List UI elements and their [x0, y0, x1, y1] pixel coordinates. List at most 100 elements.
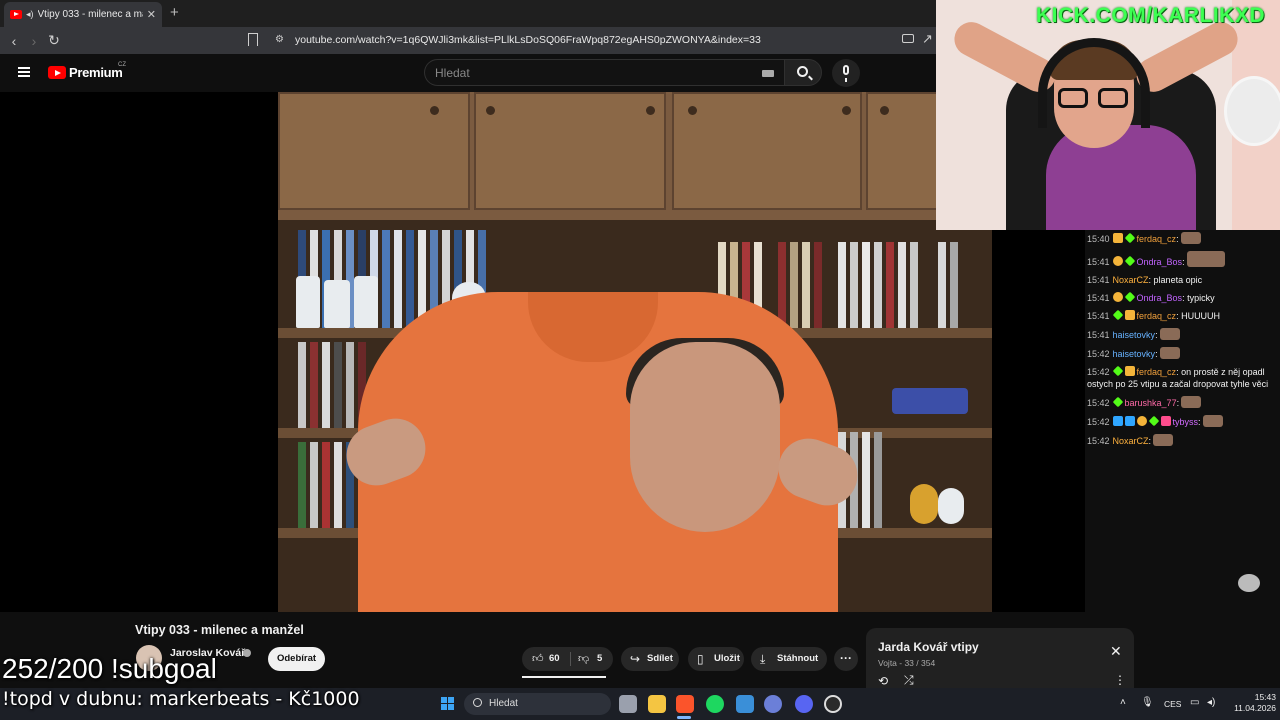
video-player[interactable]: [0, 92, 1085, 612]
chat-timestamp: 15:42: [1087, 398, 1110, 408]
close-icon[interactable]: ✕: [1110, 644, 1122, 658]
loop-icon[interactable]: ⟲: [878, 674, 888, 688]
chat-badge-icon: [1124, 310, 1135, 320]
subgoal-overlay: 252/200 !subgoal: [2, 653, 217, 684]
volume-icon[interactable]: ◂): [1207, 697, 1215, 708]
cast-icon[interactable]: [902, 34, 914, 43]
ccleaner-icon[interactable]: [764, 695, 782, 713]
chat-timestamp: 15:41: [1087, 311, 1110, 321]
download-icon: ⤓: [760, 652, 766, 666]
chat-timestamp: 15:42: [1087, 436, 1110, 446]
chat-username[interactable]: ferdaq_cz: [1137, 234, 1177, 244]
site-info-icon[interactable]: ⚙: [275, 34, 284, 45]
top-donation-overlay: !topd v dubnu: markerbeats - Kč1000: [2, 688, 360, 710]
kick-channel-label: KICK.COM/KARLIKXD: [1036, 4, 1265, 27]
speaker-icon[interactable]: ◂): [26, 9, 34, 20]
verified-icon: [243, 649, 251, 657]
video-presenter: [338, 292, 866, 612]
chat-badge-icon: [1112, 416, 1123, 426]
chat-text: : planeta opic: [1148, 275, 1203, 285]
chat-badge-icon: [1112, 256, 1123, 266]
dislike-icon[interactable]: 👎︎: [578, 653, 589, 665]
save-icon: ▯: [697, 652, 704, 666]
chat-emote-icon: [1159, 347, 1180, 359]
obs-icon[interactable]: [824, 695, 842, 713]
playlist-title[interactable]: Jarda Kovář vtipy: [878, 640, 979, 654]
chat-username[interactable]: barushka_77: [1125, 398, 1177, 408]
chat-timestamp: 15:42: [1087, 417, 1110, 427]
like-count[interactable]: 60: [549, 647, 560, 671]
search-button[interactable]: [784, 59, 822, 86]
tab-close-icon[interactable]: ✕: [147, 8, 156, 21]
app-icon[interactable]: [736, 695, 754, 713]
chat-username[interactable]: NoxarCZ: [1113, 275, 1149, 285]
chat-username[interactable]: ferdaq_cz: [1137, 367, 1177, 377]
forward-icon[interactable]: ›: [24, 33, 44, 49]
youtube-premium-logo[interactable]: Premium: [69, 65, 123, 80]
chat-timestamp: 15:40: [1087, 234, 1110, 244]
chat-emote-icon: [1186, 251, 1225, 267]
new-tab-button[interactable]: +: [170, 4, 179, 21]
more-vertical-icon[interactable]: ⋮: [1114, 673, 1126, 687]
chat-badge-icon: [1112, 309, 1123, 321]
reload-icon[interactable]: ↻: [44, 32, 64, 49]
save-button[interactable]: ▯ Uložit: [688, 647, 744, 671]
tray-chevron-icon[interactable]: ˄: [1120, 697, 1126, 708]
chat-text: :: [1176, 234, 1179, 244]
search-input[interactable]: Hledat: [435, 66, 470, 80]
taskbar-search[interactable]: Hledat: [464, 693, 611, 715]
chat-badge-icon: [1112, 396, 1123, 408]
voice-search-button[interactable]: [832, 59, 860, 87]
chat-username[interactable]: Ondra_Bos: [1137, 293, 1183, 303]
more-actions-button[interactable]: ···: [834, 647, 858, 671]
chat-emote-icon: [1238, 574, 1260, 592]
dislike-count[interactable]: 5: [597, 647, 602, 671]
download-button[interactable]: ⤓ Stáhnout: [751, 647, 827, 671]
chat-username[interactable]: haisetovky: [1113, 330, 1156, 340]
chat-message: 15:41 Ondra_Bos:: [1087, 251, 1277, 268]
share-button[interactable]: ↪ Sdílet: [621, 647, 679, 671]
windows-start-icon[interactable]: [441, 697, 455, 711]
back-icon[interactable]: ‹: [4, 33, 24, 49]
microphone-tray-icon[interactable]: 🎙︎: [1141, 697, 1154, 708]
chat-username[interactable]: tybyss: [1173, 417, 1199, 427]
video-frame: [278, 92, 992, 612]
browser-tab[interactable]: ◂) Vtipy 033 - milenec a manžel ✕: [4, 2, 162, 27]
address-bar: ‹ › ↻ ⚙ youtube.com/watch?v=1q6QWJli3mk&…: [0, 27, 936, 54]
bookmark-icon[interactable]: [248, 33, 258, 46]
chat-username[interactable]: ferdaq_cz: [1137, 311, 1177, 321]
chat-text: :: [1176, 398, 1180, 408]
chat-username[interactable]: NoxarCZ: [1113, 436, 1149, 446]
chat-overlay: 15:40 ferdaq_cz: 15:41 Ondra_Bos: 15:41 Noxar…: [1087, 232, 1277, 453]
region-code: CZ: [118, 62, 126, 68]
search-icon: [473, 698, 482, 707]
playlist-panel: Jarda Kovář vtipy Vojta - 33 / 354 ✕ ⟲ ⤮…: [866, 628, 1134, 690]
file-explorer-icon[interactable]: [648, 695, 666, 713]
language-indicator[interactable]: CES: [1164, 699, 1181, 709]
chat-message: 15:41 Ondra_Bos: typicky: [1087, 291, 1277, 304]
chat-username[interactable]: Ondra_Bos: [1137, 257, 1183, 267]
brave-browser-icon[interactable]: [676, 695, 694, 713]
subscribe-button[interactable]: Odebírat: [268, 647, 325, 671]
taskbar-clock[interactable]: 15:43 11.04.2026: [1224, 692, 1276, 714]
chat-timestamp: 15:42: [1087, 349, 1110, 359]
spotify-icon[interactable]: [706, 695, 724, 713]
menu-icon[interactable]: [18, 67, 30, 77]
chat-username[interactable]: haisetovky: [1113, 349, 1156, 359]
share-page-icon[interactable]: ↗: [922, 31, 933, 47]
like-icon[interactable]: 👍︎: [532, 653, 544, 665]
video-title: Vtipy 033 - milenec a manžel: [135, 623, 304, 637]
discord-icon[interactable]: [795, 695, 813, 713]
chat-text: :: [1182, 257, 1185, 267]
keyboard-icon[interactable]: [762, 70, 774, 77]
task-view-icon[interactable]: [619, 695, 637, 713]
shuffle-icon[interactable]: ⤮: [904, 673, 914, 688]
network-icon[interactable]: ▭: [1190, 697, 1199, 708]
chat-badge-icon: [1124, 366, 1135, 376]
chat-badge-icon: [1124, 416, 1135, 426]
taskbar-search-input[interactable]: Hledat: [489, 698, 518, 709]
search-box[interactable]: Hledat: [424, 59, 784, 86]
youtube-logo-icon[interactable]: [48, 66, 66, 79]
url-field[interactable]: youtube.com/watch?v=1q6QWJli3mk&list=PLl…: [295, 34, 761, 46]
chat-text: : typicky: [1182, 293, 1215, 303]
